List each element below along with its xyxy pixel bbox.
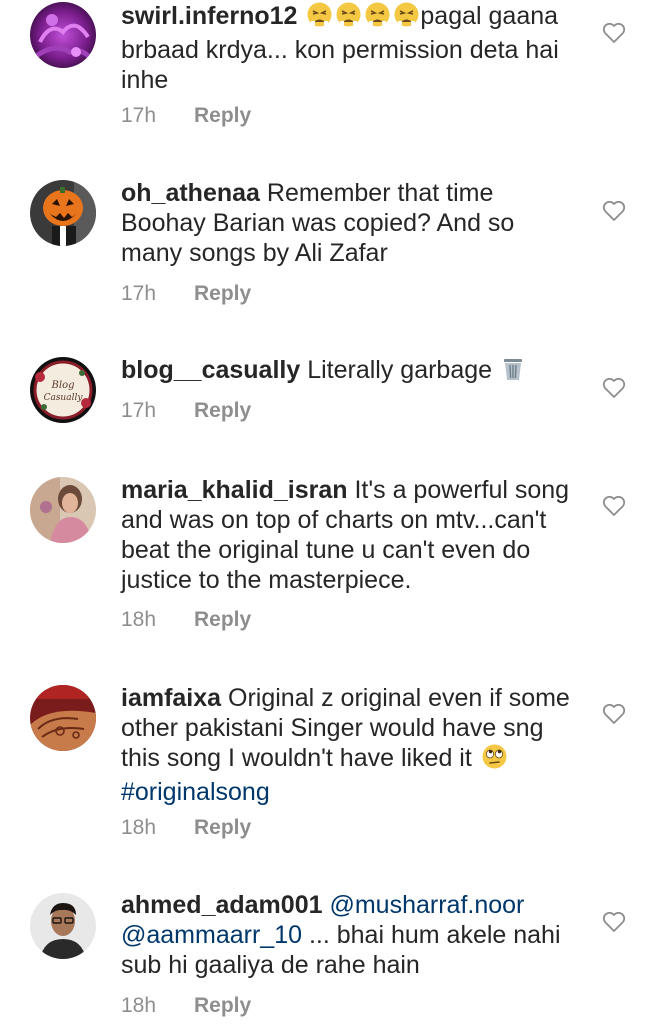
timestamp[interactable]: 17h: [121, 399, 181, 423]
comment-line: ... bhai hum akele nahi: [308, 921, 561, 949]
comment-line: It's a powerful song: [354, 476, 570, 504]
comment-meta: 18h Reply: [121, 994, 251, 1018]
comment-line: sub hi gaaliya de rahe hain: [121, 951, 420, 979]
comment-text: maria_khalid_isran It's a powerful song …: [121, 475, 589, 595]
avatar[interactable]: [30, 893, 96, 959]
tired-face-emoji-icon: [393, 1, 420, 35]
comment-line: Original z original even if some: [228, 684, 570, 712]
comment-line: Remember that time: [266, 179, 494, 207]
avatar[interactable]: [30, 685, 96, 751]
like-button[interactable]: [601, 375, 627, 401]
reply-button[interactable]: Reply: [194, 816, 251, 839]
hashtag-link[interactable]: #originalsong: [121, 778, 270, 806]
comment-meta: 17h Reply: [121, 399, 251, 423]
comment-line: justice to the masterpiece.: [121, 566, 412, 594]
like-button[interactable]: [601, 198, 627, 224]
heart-outline-icon: [602, 911, 626, 932]
comment-line: beat the original tune u can't even do: [121, 536, 531, 564]
comment-text: blog__casually Literally garbage: [121, 355, 589, 389]
comment-text: swirl.inferno12 pagal gaana brbaad krdya…: [121, 1, 589, 95]
wastebasket-emoji-icon: [501, 356, 525, 389]
mention-link[interactable]: @aammaarr_10: [121, 921, 302, 949]
tired-face-emoji-icon: [306, 1, 333, 35]
reply-button[interactable]: Reply: [194, 399, 251, 422]
comment-line: inhe: [121, 66, 169, 94]
avatar[interactable]: [30, 2, 96, 68]
timestamp[interactable]: 18h: [121, 608, 181, 632]
heart-outline-icon: [602, 703, 626, 724]
heart-outline-icon: [602, 377, 626, 398]
reply-button[interactable]: Reply: [194, 104, 251, 127]
comment-text: ahmed_adam001 @musharraf.noor @aammaarr_…: [121, 890, 589, 980]
comment-line: and was on top of charts on mtv...can't: [121, 506, 547, 534]
comment-line: Literally garbage: [307, 356, 493, 384]
username[interactable]: maria_khalid_isran: [121, 476, 348, 504]
comment-text: iamfaixa Original z original even if som…: [121, 683, 589, 807]
reply-button[interactable]: Reply: [194, 282, 251, 305]
avatar-logo-text: Casually: [44, 393, 84, 403]
avatar[interactable]: [30, 477, 96, 543]
username[interactable]: oh_athenaa: [121, 179, 260, 207]
comment-line: brbaad krdya... kon permission deta hai: [121, 36, 559, 64]
comment-meta: 18h Reply: [121, 816, 251, 840]
timestamp[interactable]: 18h: [121, 816, 181, 840]
avatar[interactable]: Blog Casually: [30, 357, 96, 423]
tired-face-emoji-icon: [364, 1, 391, 35]
avatar-logo-text: Blog: [51, 380, 75, 391]
heart-outline-icon: [602, 495, 626, 516]
timestamp[interactable]: 17h: [121, 104, 181, 128]
heart-outline-icon: [602, 200, 626, 221]
comment-line: many songs by Ali Zafar: [121, 239, 388, 267]
tired-face-emoji-icon: [335, 1, 362, 35]
reply-button[interactable]: Reply: [194, 608, 251, 631]
username[interactable]: ahmed_adam001: [121, 891, 323, 919]
comment-text: oh_athenaa Remember that time Boohay Bar…: [121, 178, 589, 268]
username[interactable]: swirl.inferno12: [121, 2, 297, 30]
username[interactable]: iamfaixa: [121, 684, 221, 712]
like-button[interactable]: [601, 701, 627, 727]
mention-link[interactable]: @musharraf.noor: [329, 891, 524, 919]
heart-outline-icon: [602, 22, 626, 43]
timestamp[interactable]: 18h: [121, 994, 181, 1018]
comment-line: this song I wouldn't have liked it: [121, 744, 472, 772]
like-button[interactable]: [601, 493, 627, 519]
comment-line: other pakistani Singer would have sng: [121, 714, 544, 742]
reply-button[interactable]: Reply: [194, 994, 251, 1017]
comment-line: pagal gaana: [420, 2, 559, 30]
avatar[interactable]: [30, 180, 96, 246]
face-with-rolling-eyes-emoji-icon: [481, 743, 508, 777]
comment-line: Boohay Barian was copied? And so: [121, 209, 515, 237]
username[interactable]: blog__casually: [121, 356, 300, 384]
comment-meta: 17h Reply: [121, 282, 251, 306]
like-button[interactable]: [601, 909, 627, 935]
timestamp[interactable]: 17h: [121, 282, 181, 306]
comment-meta: 17h Reply: [121, 104, 251, 128]
like-button[interactable]: [601, 20, 627, 46]
comment-meta: 18h Reply: [121, 608, 251, 632]
